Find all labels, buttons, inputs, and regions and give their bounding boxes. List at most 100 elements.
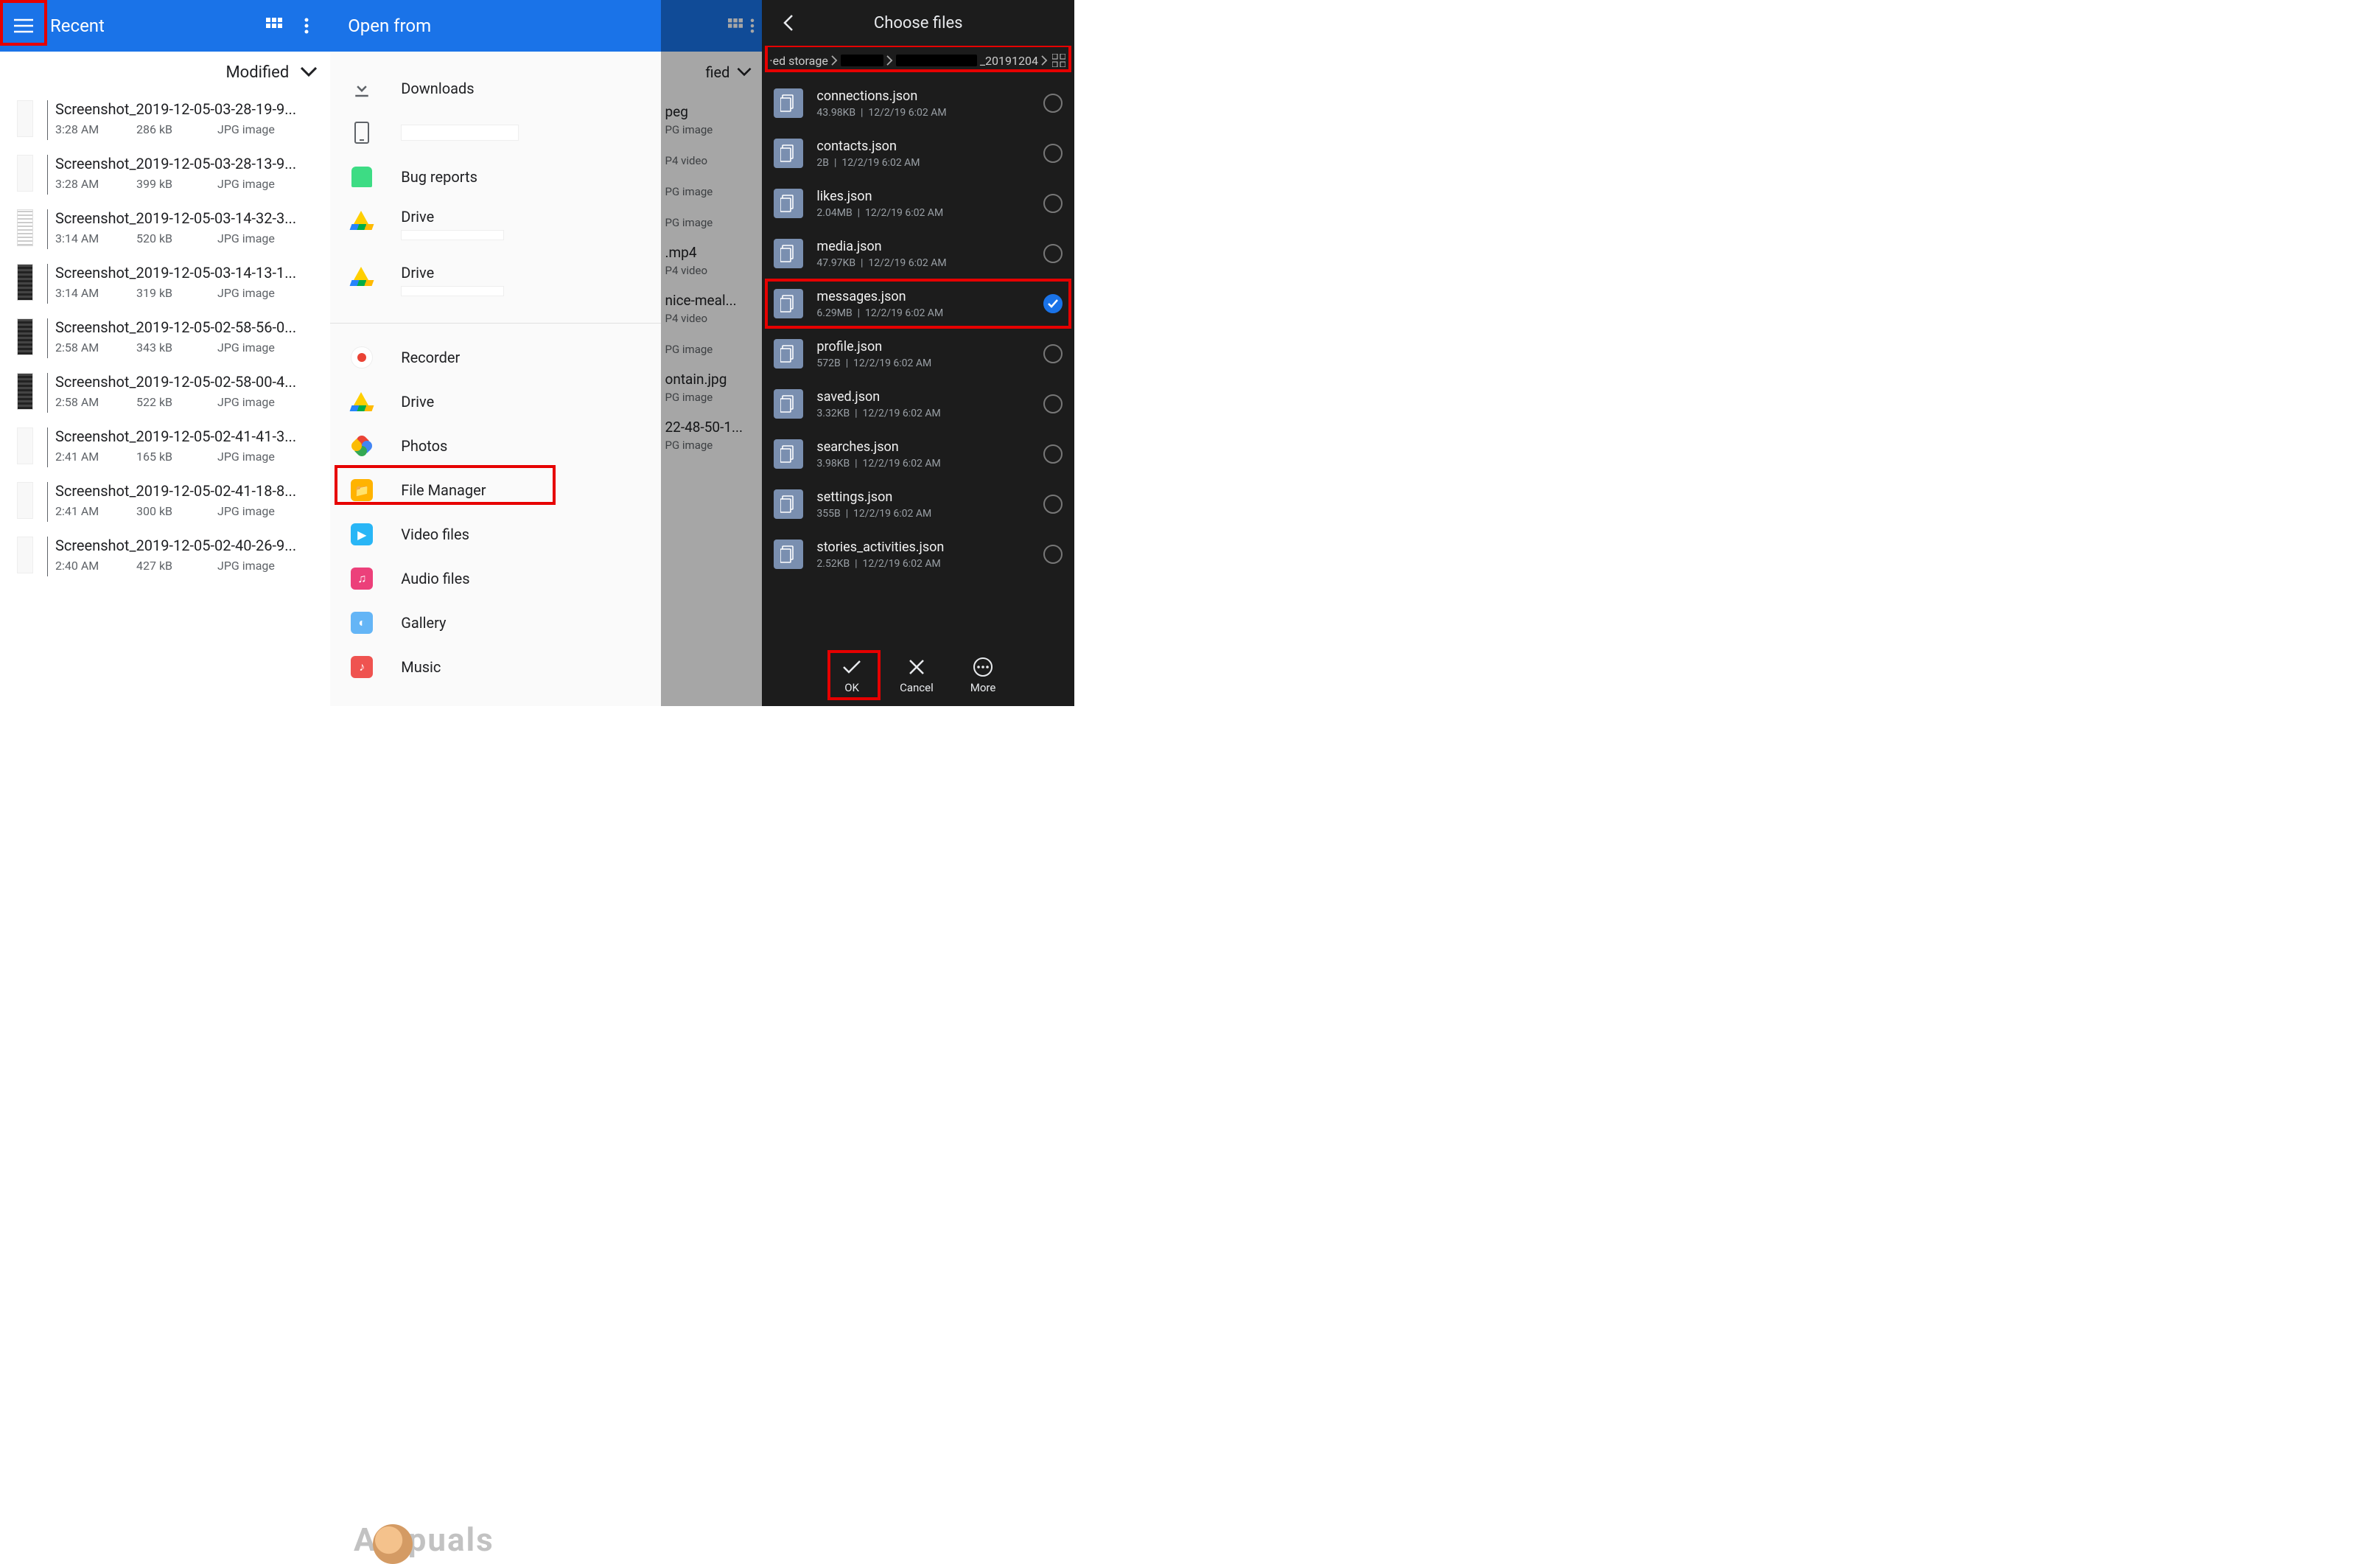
- document-icon: [774, 489, 803, 519]
- drawer-item-android[interactable]: Bug reports: [330, 155, 660, 199]
- drawer-item-video[interactable]: ▶ Video files: [330, 512, 660, 556]
- file-name: Screenshot_2019-12-05-02-40-26-9...: [55, 537, 327, 554]
- drawer-item-gallery[interactable]: ◐ Gallery: [330, 601, 660, 645]
- bg-file-row: PG image: [661, 175, 763, 206]
- bg-toolbar: [661, 0, 763, 52]
- document-icon: [774, 189, 803, 218]
- breadcrumb-grid-toggle[interactable]: [1051, 52, 1067, 69]
- cancel-button[interactable]: Cancel: [900, 656, 934, 694]
- file-row[interactable]: Screenshot_2019-12-05-03-28-19-9... 3:28…: [0, 93, 330, 147]
- drawer-item-gdrive[interactable]: Drive: [330, 199, 660, 255]
- ok-button[interactable]: OK: [841, 656, 863, 694]
- choose-file-row[interactable]: media.json 47.97KB | 12/2/19 6:02 AM: [762, 228, 1074, 279]
- selection-radio[interactable]: [1043, 545, 1063, 564]
- view-grid-button[interactable]: [258, 10, 290, 42]
- choose-file-name: likes.json: [816, 189, 1043, 204]
- sort-bar[interactable]: Modified: [0, 52, 330, 93]
- drawer-item-gdrive[interactable]: Drive: [330, 380, 660, 424]
- bg-sort-tail: fied: [705, 63, 729, 81]
- choose-file-name: messages.json: [816, 289, 1043, 304]
- bg-file-row: pegPG image: [661, 96, 763, 144]
- choose-file-meta: 2.52KB | 12/2/19 6:02 AM: [816, 558, 1043, 570]
- drawer-item-recorder[interactable]: Recorder: [330, 335, 660, 380]
- file-row[interactable]: Screenshot_2019-12-05-02-58-00-4... 2:58…: [0, 366, 330, 420]
- selection-radio[interactable]: [1043, 394, 1063, 413]
- choose-file-row[interactable]: settings.json 355B | 12/2/19 6:02 AM: [762, 479, 1074, 529]
- choose-file-row[interactable]: saved.json 3.32KB | 12/2/19 6:02 AM: [762, 379, 1074, 429]
- selection-radio[interactable]: [1043, 244, 1063, 263]
- breadcrumb-seg-tail[interactable]: _20191204: [980, 54, 1038, 68]
- ok-label: OK: [844, 681, 859, 694]
- choose-file-row[interactable]: contacts.json 2B | 12/2/19 6:02 AM: [762, 128, 1074, 178]
- drawer-item-music[interactable]: ♪ Music: [330, 645, 660, 689]
- hamburger-menu-button[interactable]: [7, 10, 40, 42]
- drawer-item-subtitle-redacted: [401, 286, 504, 296]
- audio-icon: ♫: [349, 566, 374, 591]
- file-row[interactable]: Screenshot_2019-12-05-02-40-26-9... 2:40…: [0, 529, 330, 584]
- recent-file-list[interactable]: Screenshot_2019-12-05-03-28-19-9... 3:28…: [0, 93, 330, 706]
- choose-file-meta: 2.04MB | 12/2/19 6:02 AM: [816, 207, 1043, 219]
- breadcrumb[interactable]: ·ed storage _20191204: [762, 46, 1074, 75]
- recent-panel: Recent Modified Screenshot_2019-12-05-03…: [0, 0, 330, 706]
- bg-file-row: PG image: [661, 332, 763, 363]
- selection-radio[interactable]: [1043, 144, 1063, 163]
- file-row[interactable]: Screenshot_2019-12-05-03-14-13-1... 3:14…: [0, 256, 330, 311]
- choose-file-name: connections.json: [816, 88, 1043, 104]
- selection-radio[interactable]: [1043, 94, 1063, 113]
- choose-file-row[interactable]: messages.json 6.29MB | 12/2/19 6:02 AM: [762, 279, 1074, 329]
- selection-radio[interactable]: [1043, 444, 1063, 464]
- bg-file-row: 22-48-50-1...PG image: [661, 411, 763, 459]
- selection-radio[interactable]: [1043, 294, 1063, 313]
- drawer-item-label: Bug reports: [401, 168, 477, 186]
- recent-toolbar: Recent: [0, 0, 330, 52]
- file-row[interactable]: Screenshot_2019-12-05-02-41-18-8... 2:41…: [0, 475, 330, 529]
- file-row[interactable]: Screenshot_2019-12-05-03-28-13-9... 3:28…: [0, 147, 330, 202]
- breadcrumb-redacted-2: [896, 55, 977, 66]
- gdrive-icon: [349, 208, 374, 233]
- recorder-icon: [349, 345, 374, 370]
- choose-files-list[interactable]: connections.json 43.98KB | 12/2/19 6:02 …: [762, 75, 1074, 644]
- more-horiz-icon: [973, 657, 993, 677]
- choose-files-panel: Choose files ·ed storage _20191204 conne…: [762, 0, 1074, 706]
- drawer-item-label: Music: [401, 658, 441, 676]
- hamburger-icon: [14, 18, 33, 33]
- choose-file-meta: 2B | 12/2/19 6:02 AM: [816, 157, 1043, 169]
- document-icon: [774, 339, 803, 369]
- drawer-item-photos[interactable]: Photos: [330, 424, 660, 468]
- file-thumbnail: [4, 100, 46, 137]
- chevron-right-icon: [831, 55, 838, 66]
- drawer-item-phone[interactable]: [330, 111, 660, 155]
- file-thumbnail: [4, 537, 46, 573]
- drawer-item-download[interactable]: Downloads: [330, 66, 660, 111]
- breadcrumb-seg-storage[interactable]: ·ed storage: [769, 54, 827, 68]
- choose-file-row[interactable]: searches.json 3.98KB | 12/2/19 6:02 AM: [762, 429, 1074, 479]
- selection-radio[interactable]: [1043, 495, 1063, 514]
- choose-files-header: Choose files: [762, 0, 1074, 46]
- selection-radio[interactable]: [1043, 194, 1063, 213]
- grid-icon: [728, 18, 743, 33]
- choose-file-row[interactable]: likes.json 2.04MB | 12/2/19 6:02 AM: [762, 178, 1074, 228]
- file-name: Screenshot_2019-12-05-02-58-00-4...: [55, 373, 327, 391]
- file-thumbnail: [4, 155, 46, 192]
- drawer-item-audio[interactable]: ♫ Audio files: [330, 556, 660, 601]
- file-name: Screenshot_2019-12-05-02-41-41-3...: [55, 427, 327, 445]
- selection-radio[interactable]: [1043, 344, 1063, 363]
- drawer-item-filemanager[interactable]: 📁 File Manager: [330, 468, 660, 512]
- choose-file-row[interactable]: connections.json 43.98KB | 12/2/19 6:02 …: [762, 78, 1074, 128]
- more-button[interactable]: More: [970, 656, 996, 694]
- choose-file-name: saved.json: [816, 389, 1043, 405]
- choose-file-row[interactable]: stories_activities.json 2.52KB | 12/2/19…: [762, 529, 1074, 579]
- choose-file-name: contacts.json: [816, 139, 1043, 154]
- grid-icon: [266, 18, 282, 34]
- file-row[interactable]: Screenshot_2019-12-05-02-58-56-0... 2:58…: [0, 311, 330, 366]
- download-icon: [349, 76, 374, 101]
- choose-file-row[interactable]: profile.json 572B | 12/2/19 6:02 AM: [762, 329, 1074, 379]
- file-meta: 2:41 AM300 kBJPG image: [55, 504, 327, 518]
- file-row[interactable]: Screenshot_2019-12-05-02-41-41-3... 2:41…: [0, 420, 330, 475]
- android-icon: [349, 164, 374, 189]
- choose-file-name: stories_activities.json: [816, 540, 1043, 555]
- drawer-item-gdrive[interactable]: Drive: [330, 255, 660, 311]
- file-row[interactable]: Screenshot_2019-12-05-03-14-32-3... 3:14…: [0, 202, 330, 256]
- choose-file-meta: 3.32KB | 12/2/19 6:02 AM: [816, 408, 1043, 419]
- more-options-button[interactable]: [290, 10, 323, 42]
